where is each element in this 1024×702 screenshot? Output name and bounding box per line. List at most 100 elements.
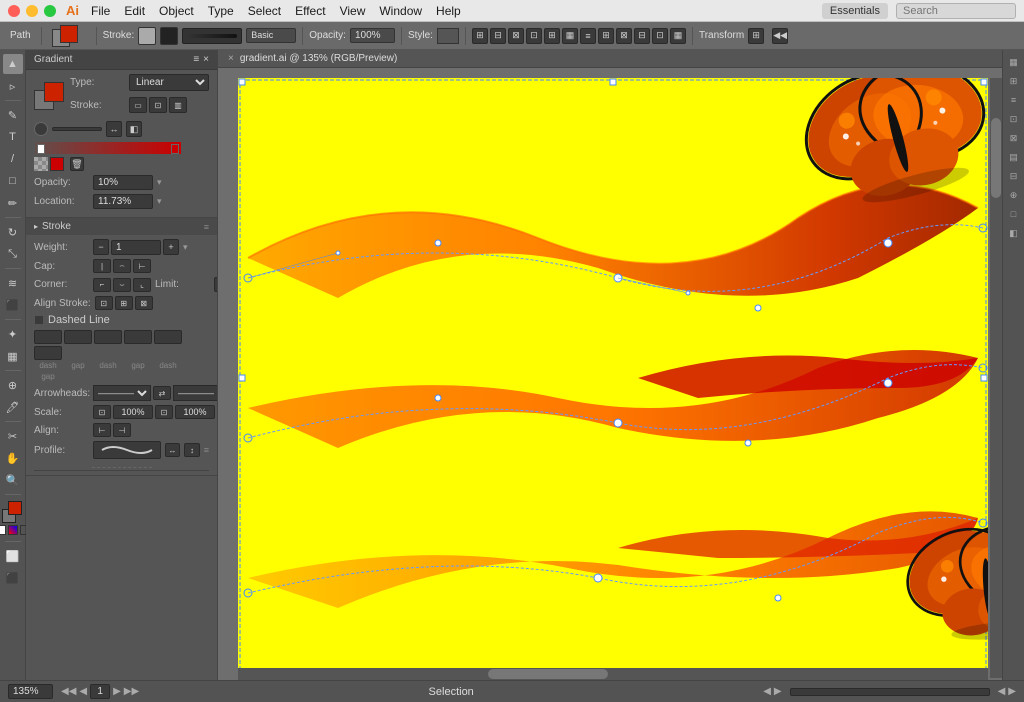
fill-gradient-swatch[interactable] (44, 82, 64, 102)
vertical-scrollbar[interactable] (990, 78, 1002, 678)
line-tool[interactable]: / (3, 149, 23, 169)
type-tool[interactable]: T (3, 127, 23, 147)
opacity-input[interactable] (350, 28, 395, 43)
menu-window[interactable]: Window (379, 4, 422, 18)
align-btn-2[interactable]: ⊣ (113, 423, 131, 437)
fill-color[interactable] (8, 501, 22, 515)
stroke-btn-1[interactable]: ▭ (129, 97, 147, 113)
canvas[interactable] (238, 78, 988, 678)
profile-preview[interactable] (93, 441, 161, 459)
status-nav-left-btn[interactable]: ◀ (998, 686, 1006, 697)
zoom-input[interactable] (8, 684, 53, 699)
type-select[interactable]: Linear Radial (129, 74, 209, 91)
gap-1[interactable] (64, 330, 92, 344)
arrowhead-end-select[interactable]: ———— (173, 385, 218, 401)
direct-selection-tool[interactable]: ▹ (3, 76, 23, 96)
menu-object[interactable]: Object (159, 4, 194, 18)
rotate-tool[interactable]: ↻ (3, 222, 23, 242)
horizontal-scrollbar[interactable] (238, 668, 988, 680)
align-icon-11[interactable]: ⊡ (652, 28, 668, 44)
essentials-menu[interactable]: Essentials (822, 3, 888, 19)
brush-tool[interactable]: ✏ (3, 193, 23, 213)
symbol-tool[interactable]: ✦ (3, 324, 23, 344)
dashed-checkbox[interactable] (34, 315, 44, 325)
right-panel-btn-8[interactable]: ⊕ (1006, 187, 1022, 203)
eyedropper-tool[interactable]: 🖊 (3, 397, 23, 417)
fill-swatch[interactable] (60, 25, 78, 43)
column-graph-tool[interactable]: ▦ (3, 346, 23, 366)
rect-tool[interactable]: □ (3, 171, 23, 191)
page-input[interactable] (90, 684, 110, 699)
vertical-scroll-thumb[interactable] (991, 118, 1001, 198)
location-input[interactable] (93, 194, 153, 209)
align-inside-btn[interactable]: ⊞ (115, 296, 133, 310)
right-panel-btn-3[interactable]: ≡ (1006, 92, 1022, 108)
menu-select[interactable]: Select (248, 4, 281, 18)
menu-edit[interactable]: Edit (124, 4, 145, 18)
swap-arrowheads-btn[interactable]: ⇄ (153, 386, 171, 400)
miter-join-btn[interactable]: ⌐ (93, 278, 111, 292)
delete-stop-btn[interactable]: 🗑 (70, 157, 84, 171)
align-btn-1[interactable]: ⊢ (93, 423, 111, 437)
gradient-stop-left[interactable] (37, 144, 45, 154)
panel-close-icon[interactable]: × (203, 54, 209, 65)
horizontal-scroll-thumb[interactable] (488, 669, 608, 679)
minimize-button[interactable] (26, 5, 38, 17)
scale-input-2[interactable] (175, 405, 215, 419)
selection-tool[interactable]: ▲ (3, 54, 23, 74)
hand-tool[interactable]: ✋ (3, 448, 23, 468)
graph-tool[interactable]: ⬛ (3, 295, 23, 315)
align-icon-2[interactable]: ⊟ (490, 28, 506, 44)
canvas-tab-close[interactable]: × (228, 53, 234, 64)
nav-last-btn[interactable]: ▶▶ (124, 686, 139, 697)
opacity-chevron[interactable]: ▾ (157, 177, 162, 188)
align-icon-5[interactable]: ⊞ (544, 28, 560, 44)
screen-mode-icon[interactable]: ⬛ (3, 568, 23, 588)
dash-1[interactable] (34, 330, 62, 344)
selected-stop-color[interactable] (50, 157, 64, 171)
bevel-join-btn[interactable]: ⌞ (133, 278, 151, 292)
right-panel-btn-9[interactable]: □ (1006, 206, 1022, 222)
align-icon-4[interactable]: ⊡ (526, 28, 542, 44)
butt-cap-btn[interactable]: | (93, 259, 111, 273)
gradient-bar[interactable] (34, 141, 182, 155)
transform-icon[interactable]: ⊞ (748, 28, 764, 44)
style-box[interactable] (437, 28, 459, 44)
location-chevron[interactable]: ▾ (157, 196, 162, 207)
stroke-btn-3[interactable]: ▥ (169, 97, 187, 113)
menu-file[interactable]: File (91, 4, 110, 18)
zoom-tool[interactable]: 🔍 (3, 470, 23, 490)
gap-2[interactable] (124, 330, 152, 344)
stroke-preview[interactable] (182, 28, 242, 44)
round-cap-btn[interactable]: ⌢ (113, 259, 131, 273)
edit-gradient-btn[interactable]: ◧ (126, 121, 142, 137)
stroke-section-header[interactable]: ▸ Stroke ≡ (26, 218, 217, 235)
reverse-gradient-btn[interactable]: ↔ (106, 121, 122, 137)
angle-input[interactable] (52, 127, 102, 131)
close-button[interactable] (8, 5, 20, 17)
color-icon[interactable] (0, 525, 6, 535)
stroke-menu-icon[interactable]: ≡ (204, 222, 209, 232)
arrowhead-start-select[interactable]: ———— (93, 385, 151, 401)
search-input[interactable] (896, 3, 1016, 19)
right-panel-btn-2[interactable]: ⊞ (1006, 73, 1022, 89)
maximize-button[interactable] (44, 5, 56, 17)
align-icon-7[interactable]: ≡ (580, 28, 596, 44)
align-outside-btn[interactable]: ⊠ (135, 296, 153, 310)
stroke-btn-2[interactable]: ⊡ (149, 97, 167, 113)
scissors-tool[interactable]: ✂ (3, 426, 23, 446)
right-panel-btn-4[interactable]: ⊡ (1006, 111, 1022, 127)
right-panel-btn-6[interactable]: ▤ (1006, 149, 1022, 165)
nav-first-btn[interactable]: ◀◀ (61, 686, 76, 697)
draw-inside-icon[interactable]: ⬜ (3, 546, 23, 566)
right-panel-btn-7[interactable]: ⊟ (1006, 168, 1022, 184)
opacity-input-p[interactable] (93, 175, 153, 190)
right-panel-btn-5[interactable]: ⊠ (1006, 130, 1022, 146)
menu-effect[interactable]: Effect (295, 4, 325, 18)
right-panel-btn-1[interactable]: ▦ (1006, 54, 1022, 70)
weight-input[interactable] (111, 240, 161, 255)
align-center-btn[interactable]: ⊡ (95, 296, 113, 310)
stroke-style-box[interactable] (160, 27, 178, 45)
weight-up-btn[interactable]: + (163, 239, 179, 255)
weight-down-btn[interactable]: − (93, 239, 109, 255)
